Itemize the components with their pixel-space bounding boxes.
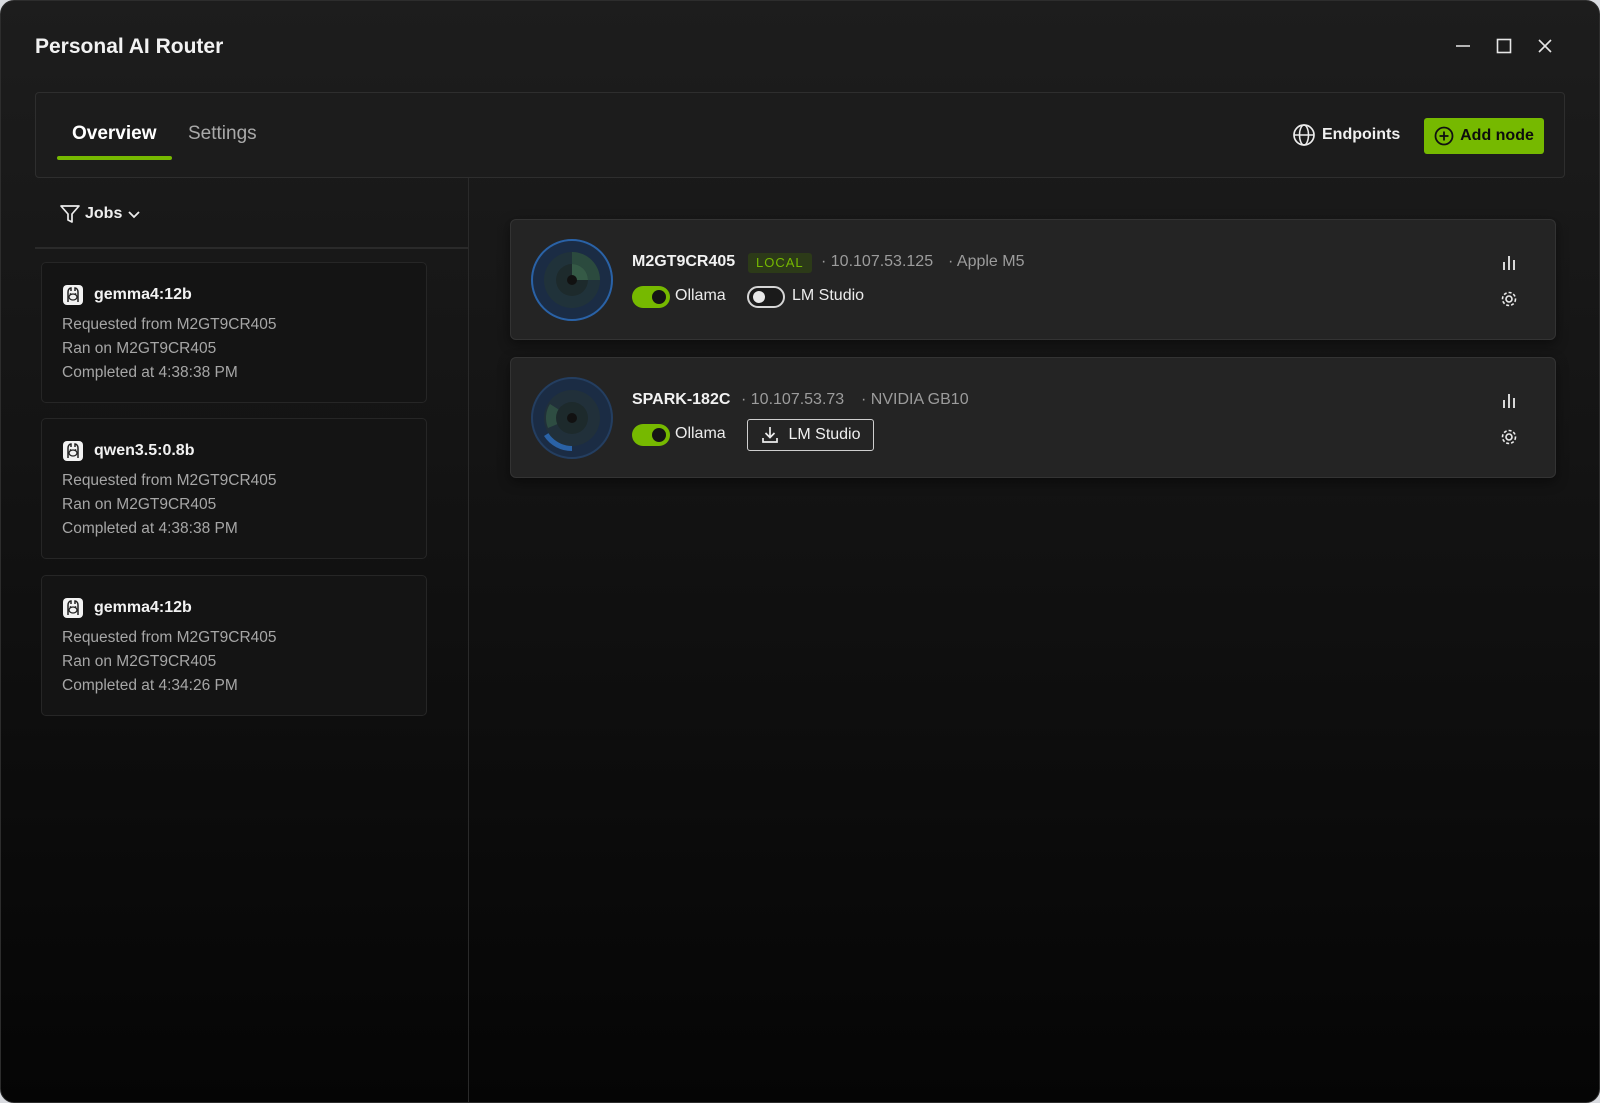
- node-card: SPARK-182C · 10.107.53.73 · NVIDIA GB10 …: [510, 357, 1556, 478]
- job-completed-at: Completed at 4:38:38 PM: [62, 364, 238, 381]
- plus-circle-icon: [1434, 126, 1454, 146]
- add-node-label: Add node: [1460, 127, 1534, 144]
- ollama-icon: [63, 598, 83, 618]
- job-card[interactable]: gemma4:12b Requested from M2GT9CR405 Ran…: [41, 575, 427, 716]
- job-card[interactable]: gemma4:12b Requested from M2GT9CR405 Ran…: [41, 262, 427, 403]
- bar-chart-icon[interactable]: [1498, 390, 1520, 412]
- gear-icon[interactable]: [1498, 288, 1520, 310]
- job-ran-on: Ran on M2GT9CR405: [62, 496, 217, 513]
- install-lmstudio-button[interactable]: LM Studio: [747, 419, 874, 451]
- close-button[interactable]: [1530, 31, 1560, 61]
- node-usage-ring-icon: [531, 239, 613, 321]
- install-lmstudio-label: LM Studio: [788, 426, 861, 443]
- title-bar: Personal AI Router: [1, 1, 1599, 91]
- ollama-label: Ollama: [675, 425, 726, 442]
- ollama-toggle[interactable]: [632, 286, 670, 308]
- job-card[interactable]: qwen3.5:0.8b Requested from M2GT9CR405 R…: [41, 418, 427, 559]
- node-hardware: · Apple M5: [948, 253, 1025, 270]
- bar-chart-icon[interactable]: [1498, 252, 1520, 274]
- job-requested-from: Requested from M2GT9CR405: [62, 472, 277, 489]
- node-ip: · 10.107.53.125: [821, 253, 934, 270]
- top-nav-bar: Overview Settings Endpoints Add node: [35, 92, 1565, 178]
- filter-icon: [60, 205, 80, 223]
- node-ip: · 10.107.53.73: [741, 391, 845, 408]
- active-tab-indicator: [57, 156, 172, 160]
- ollama-icon: [63, 285, 83, 305]
- download-icon: [762, 427, 779, 443]
- close-icon: [1538, 39, 1552, 53]
- job-completed-at: Completed at 4:38:38 PM: [62, 520, 238, 537]
- local-badge: LOCAL: [748, 253, 812, 273]
- ollama-icon: [63, 441, 83, 461]
- minimize-button[interactable]: [1448, 31, 1478, 61]
- maximize-icon: [1496, 38, 1512, 54]
- job-ran-on: Ran on M2GT9CR405: [62, 340, 217, 357]
- job-model-name: qwen3.5:0.8b: [94, 442, 195, 459]
- job-model-name: gemma4:12b: [94, 599, 192, 616]
- app-title: Personal AI Router: [35, 35, 224, 58]
- add-node-button[interactable]: Add node: [1424, 118, 1544, 154]
- node-hardware: · NVIDIA GB10: [861, 391, 969, 408]
- jobs-filter-dropdown[interactable]: Jobs: [59, 203, 142, 225]
- gear-icon[interactable]: [1498, 426, 1520, 448]
- ollama-toggle[interactable]: [632, 424, 670, 446]
- node-name: M2GT9CR405: [632, 253, 736, 270]
- job-ran-on: Ran on M2GT9CR405: [62, 653, 217, 670]
- globe-icon: [1293, 124, 1315, 146]
- endpoints-label: Endpoints: [1322, 126, 1401, 143]
- jobs-panel: Jobs gemma4:12b Requested from M2GT9CR40…: [35, 178, 469, 1102]
- lmstudio-toggle[interactable]: [747, 286, 785, 308]
- node-card: M2GT9CR405 LOCAL · 10.107.53.125 · Apple…: [510, 219, 1556, 340]
- panel-divider: [35, 247, 469, 249]
- maximize-button[interactable]: [1489, 31, 1519, 61]
- node-name: SPARK-182C: [632, 391, 731, 408]
- app-window: Personal AI Router Overview Settings End…: [0, 0, 1600, 1103]
- endpoints-button[interactable]: Endpoints: [1292, 120, 1400, 150]
- node-usage-ring-icon: [531, 377, 613, 459]
- minimize-icon: [1456, 45, 1470, 47]
- job-model-name: gemma4:12b: [94, 286, 192, 303]
- job-requested-from: Requested from M2GT9CR405: [62, 316, 277, 333]
- job-requested-from: Requested from M2GT9CR405: [62, 629, 277, 646]
- lmstudio-label: LM Studio: [792, 287, 865, 304]
- job-completed-at: Completed at 4:34:26 PM: [62, 677, 238, 694]
- chevron-down-icon: [128, 211, 140, 219]
- jobs-filter-label: Jobs: [85, 205, 123, 222]
- tab-settings[interactable]: Settings: [188, 123, 257, 161]
- ollama-label: Ollama: [675, 287, 726, 304]
